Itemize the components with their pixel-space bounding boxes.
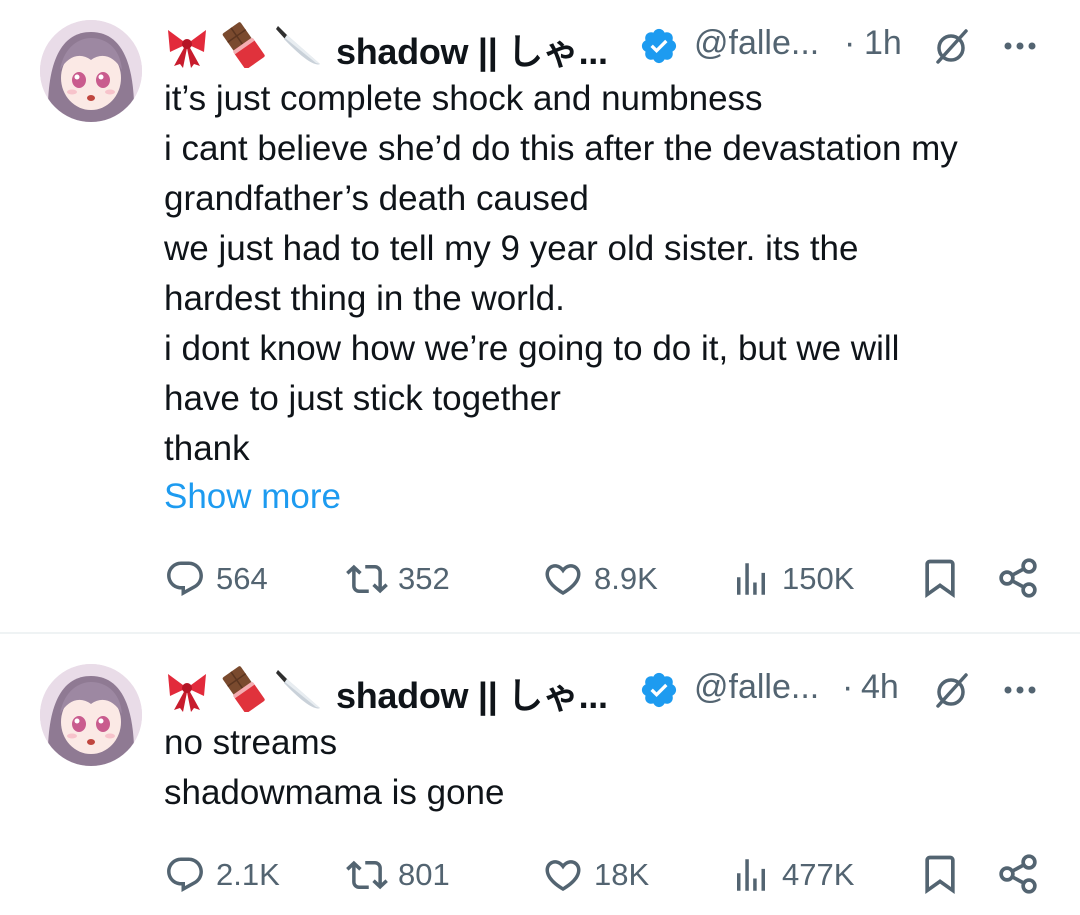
tweet[interactable]: shadow || しゃ... @falle... · 1h it’s just… <box>0 0 1080 632</box>
reply-count: 2.1K <box>216 857 280 892</box>
grok-icon[interactable] <box>930 26 972 68</box>
timestamp[interactable]: 4h <box>861 668 899 707</box>
repost-button[interactable]: 801 <box>346 850 450 900</box>
reply-count: 564 <box>216 561 268 596</box>
like-button[interactable]: 18K <box>542 850 649 900</box>
tweet-header: shadow || しゃ... @falle... · 4h <box>164 662 1040 718</box>
like-button[interactable]: 8.9K <box>542 554 658 604</box>
like-count: 8.9K <box>594 561 658 596</box>
views-button[interactable]: 150K <box>730 554 854 604</box>
repost-icon <box>346 564 388 594</box>
tweet-text: it’s just complete shock and numbness i … <box>164 74 1044 474</box>
tweet-text-line: i cant believe she’d do this after the d… <box>164 129 958 168</box>
bookmark-icon[interactable] <box>918 556 962 600</box>
tweet-text-line: i dont know how we’re going to do it, bu… <box>164 329 900 368</box>
tweet-header: shadow || しゃ... @falle... · 1h <box>164 18 1040 74</box>
handle[interactable]: @falle... <box>694 668 819 707</box>
views-count: 150K <box>782 561 855 596</box>
repost-count: 801 <box>398 857 450 892</box>
kitchen-knife-emoji <box>276 670 320 709</box>
tweet-text-line: grandfather’s death caused <box>164 179 589 218</box>
kitchen-knife-emoji <box>276 26 320 65</box>
reply-icon <box>167 857 203 892</box>
action-bar: 564 352 8.9K 150K <box>164 554 1044 604</box>
share-icon[interactable] <box>996 556 1040 600</box>
bookmark-icon[interactable] <box>918 852 962 896</box>
tweet-text-line: thank <box>164 429 250 468</box>
more-icon[interactable] <box>1000 670 1040 710</box>
verified-badge-icon <box>641 672 677 708</box>
tweet-text-line: have to just stick together <box>164 379 561 418</box>
tweet-text: no streams shadowmama is gone <box>164 718 1044 818</box>
tweet-text-line: it’s just complete shock and numbness <box>164 79 763 118</box>
views-icon <box>737 563 765 595</box>
tweet-text-line: we just had to tell my 9 year old sister… <box>164 229 859 268</box>
heart-icon <box>545 564 581 596</box>
repost-icon <box>346 860 388 890</box>
views-icon <box>737 859 765 891</box>
timestamp[interactable]: 1h <box>864 24 902 63</box>
reply-button[interactable]: 2.1K <box>164 850 280 900</box>
avatar[interactable] <box>40 664 142 766</box>
verified-badge-icon <box>641 28 677 64</box>
display-name[interactable]: shadow || しゃ... <box>336 667 608 719</box>
handle[interactable]: @falle... <box>694 24 819 63</box>
tweet-text-line: hardest thing in the world. <box>164 279 565 318</box>
share-icon[interactable] <box>996 852 1040 896</box>
heart-icon <box>545 860 581 892</box>
views-button[interactable]: 477K <box>730 850 854 900</box>
chocolate-bar-emoji <box>222 22 265 68</box>
repost-button[interactable]: 352 <box>346 554 450 604</box>
display-name[interactable]: shadow || しゃ... <box>336 23 608 75</box>
views-count: 477K <box>782 857 855 892</box>
grok-icon[interactable] <box>930 670 972 712</box>
like-count: 18K <box>594 857 650 892</box>
repost-count: 352 <box>398 561 450 596</box>
chocolate-bar-emoji <box>222 666 265 712</box>
separator: · <box>842 668 854 706</box>
tweet-text-line: shadowmama is gone <box>164 773 505 812</box>
ribbon-emoji <box>168 674 206 712</box>
ribbon-emoji <box>168 30 206 68</box>
tweet-text-line: no streams <box>164 723 338 762</box>
action-bar: 2.1K 801 18K 477K <box>164 850 1044 900</box>
separator: · <box>844 24 856 62</box>
avatar[interactable] <box>40 20 142 122</box>
more-icon[interactable] <box>1000 26 1040 66</box>
reply-button[interactable]: 564 <box>164 554 268 604</box>
show-more-link[interactable]: Show more <box>164 477 341 517</box>
reply-icon <box>167 561 203 596</box>
tweet[interactable]: shadow || しゃ... @falle... · 4h no stream… <box>0 634 1080 915</box>
